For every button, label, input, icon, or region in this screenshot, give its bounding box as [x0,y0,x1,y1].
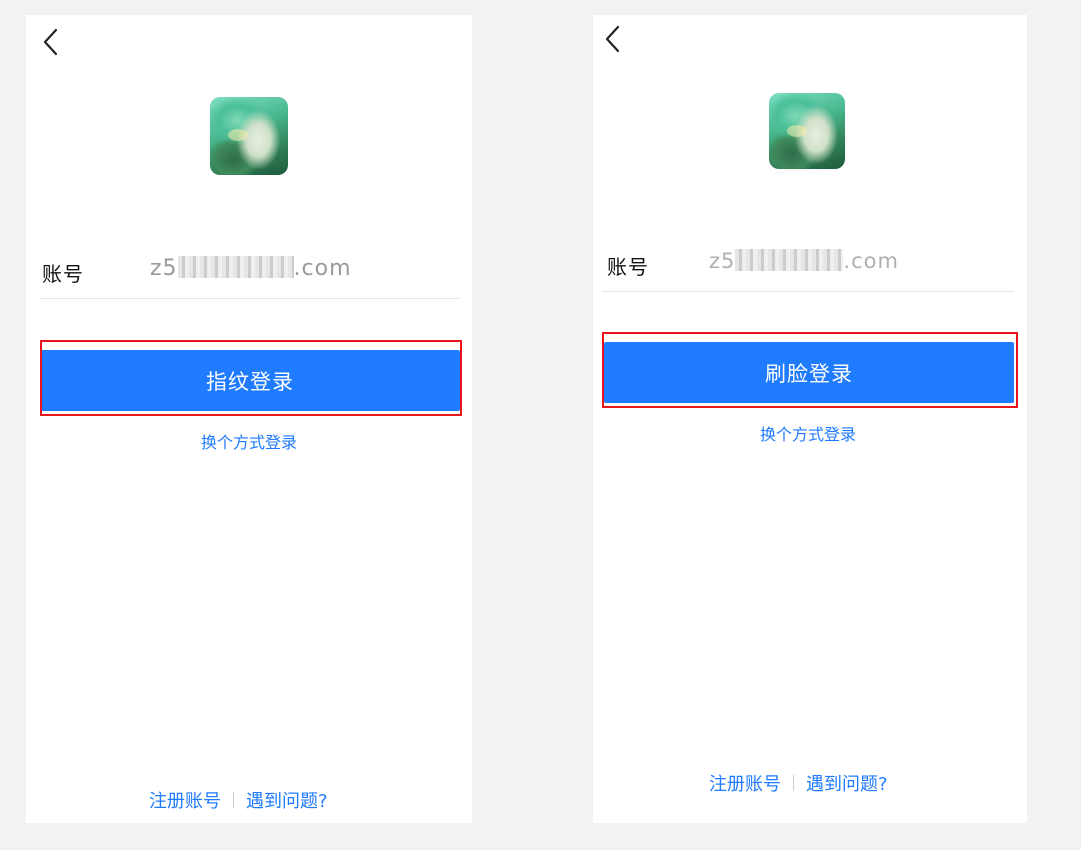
switch-login-method-link[interactable]: 换个方式登录 [26,429,472,453]
account-value-suffix: .com [293,256,352,281]
fingerprint-login-button[interactable]: 指纹登录 [40,350,460,411]
register-link[interactable]: 注册账号 [709,770,781,796]
account-value: z5 .com [150,256,352,281]
chevron-left-icon [605,25,620,53]
footer-links: 注册账号 遇到问题? [709,770,888,796]
switch-login-method-link[interactable]: 换个方式登录 [593,421,1023,445]
chevron-left-icon [43,28,58,56]
footer-separator [793,775,794,791]
help-link[interactable]: 遇到问题? [806,770,888,796]
account-label: 账号 [42,262,84,286]
account-value-prefix: z5 [709,249,736,273]
footer-links: 注册账号 遇到问题? [149,787,328,813]
footer-separator [233,792,234,808]
masked-account [735,249,844,271]
account-divider [602,291,1014,292]
masked-account [177,256,294,278]
phone-screen-face: 账号 z5 .com 刷脸登录 换个方式登录 注册账号 遇到问题? [593,15,1027,823]
register-link[interactable]: 注册账号 [149,787,221,813]
face-login-button[interactable]: 刷脸登录 [604,342,1014,403]
account-divider [40,298,460,299]
account-label: 账号 [607,255,649,279]
account-value: z5 .com [709,249,899,273]
user-avatar [769,93,845,169]
phone-screen-fingerprint: 账号 z5 .com 指纹登录 换个方式登录 注册账号 遇到问题? [26,15,472,823]
back-button[interactable] [40,27,64,57]
account-value-prefix: z5 [150,256,178,281]
account-value-suffix: .com [843,249,899,273]
help-link[interactable]: 遇到问题? [246,787,328,813]
back-button[interactable] [602,24,626,54]
user-avatar [210,97,288,175]
